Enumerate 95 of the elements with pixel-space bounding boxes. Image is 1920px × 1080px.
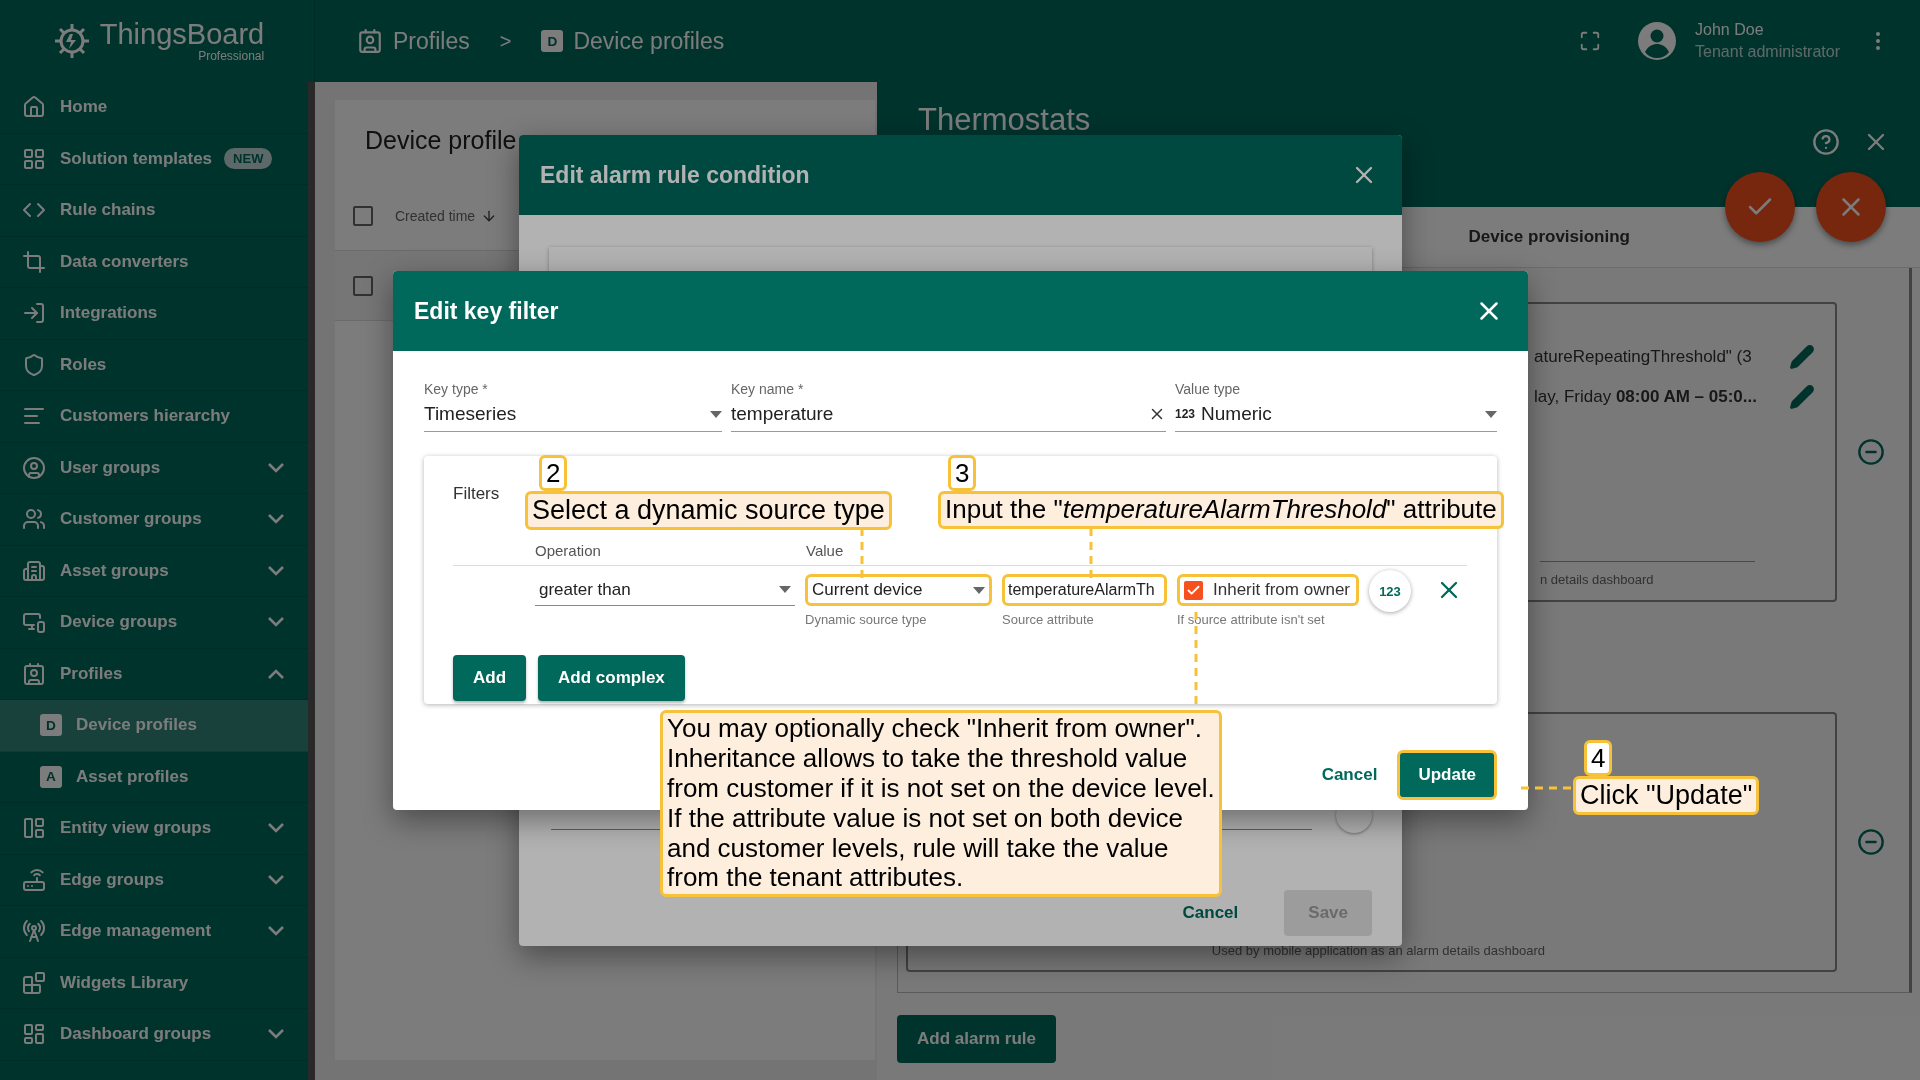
dropdown-caret-icon — [1485, 410, 1497, 418]
menu-item-icon — [22, 661, 46, 686]
breadcrumb-separator: > — [499, 29, 512, 53]
sidebar-subitem[interactable]: A Asset profiles — [0, 751, 308, 803]
column-header[interactable]: Created time — [395, 207, 498, 224]
sidebar-item[interactable]: Edge management — [0, 906, 308, 958]
input-field[interactable]: Key name * temperature — [731, 381, 1166, 432]
numeric-prefix: 123 — [1175, 407, 1196, 421]
dropdown-caret-icon — [710, 410, 722, 418]
value-type-button[interactable]: 123 — [1369, 570, 1411, 612]
source-attribute-input[interactable]: temperatureAlarmTh — [1002, 574, 1167, 606]
column-header: Value — [806, 542, 845, 559]
sidebar-item[interactable]: Profiles — [0, 648, 308, 700]
menu-item-icon — [22, 249, 46, 274]
avatar-icon — [1637, 21, 1678, 61]
letter-icon: A — [40, 765, 62, 788]
callout-text: Select a dynamic source type — [525, 491, 892, 531]
menu-item-icon — [22, 558, 46, 583]
inherit-checkbox[interactable]: Inherit from owner — [1177, 574, 1359, 606]
step-number: 2 — [539, 455, 568, 491]
sidebar-item[interactable]: User groups — [0, 442, 308, 494]
breadcrumb[interactable]: Profiles — [357, 27, 470, 55]
details-title: Thermostats — [918, 102, 1091, 138]
sidebar-item[interactable]: Widgets Library — [0, 957, 308, 1009]
helper-text: Dynamic source type — [805, 612, 928, 627]
callout-text: Input the "temperatureAlarmThreshold" attribute — [938, 491, 1504, 529]
sidebar-item[interactable]: Edge groups — [0, 854, 308, 906]
list-title: Device profile — [365, 126, 517, 155]
edit-icon[interactable] — [1789, 384, 1815, 410]
sidebar-item[interactable]: Solution templates NEW — [0, 133, 308, 185]
letter-icon: D — [40, 714, 62, 737]
select-field[interactable]: Value type 123 Numeric — [1175, 381, 1497, 432]
sidebar-item[interactable]: Entity view groups — [0, 803, 308, 855]
menu-item-icon — [22, 970, 46, 995]
menu-item-icon — [22, 455, 46, 480]
checkbox[interactable] — [353, 205, 373, 226]
menu-item-icon — [22, 1022, 46, 1047]
user-role: Tenant administrator — [1695, 43, 1840, 61]
callout-text: Click "Update" — [1573, 776, 1760, 816]
input-value: temperature — [731, 403, 834, 425]
sidebar-item[interactable]: Home — [0, 82, 308, 134]
sidebar-item[interactable]: Device groups — [0, 597, 308, 649]
helper-text: Source attribute — [1002, 612, 1095, 627]
menu-item-icon — [22, 919, 46, 944]
operation-select[interactable]: greater than — [535, 574, 795, 606]
tab[interactable]: Device provisioning — [1468, 227, 1630, 247]
rule-summary: atureRepeatingThreshold" (3 — [1534, 347, 1753, 367]
helper-text: If source attribute isn't set — [1177, 612, 1326, 627]
column-header: Operation — [535, 542, 602, 559]
menu-item-icon — [22, 816, 46, 841]
leader-line — [1089, 528, 1093, 578]
edit-icon[interactable] — [1789, 344, 1815, 370]
select-value: Timeseries — [424, 403, 517, 425]
dropdown-caret-icon — [779, 586, 791, 593]
menu-item-icon — [22, 610, 46, 635]
callout-text: You may optionally check "Inherit from owner". Inheritance allows to take the threshold value from customer if it is not set on the device level. If the attribute value is not set on both device and customer levels, rule will take the value from the tenant attributes. — [660, 710, 1222, 898]
leader-line — [1521, 786, 1573, 790]
field-hint: Used by mobile application as an alarm details dashboard — [1211, 943, 1545, 958]
menu-item-icon — [22, 507, 46, 532]
source-type-select[interactable]: Current device — [805, 574, 992, 606]
field-hint: n details dashboard — [1540, 572, 1654, 587]
leader-line — [860, 528, 864, 578]
help-icon[interactable] — [1812, 128, 1840, 156]
menu-item-icon — [22, 352, 46, 377]
remove-icon[interactable] — [1857, 438, 1885, 466]
dialog-title: Edit key filter — [414, 297, 559, 325]
add-alarm-rule-button[interactable]: Add alarm rule — [897, 1015, 1057, 1063]
cancel-button[interactable]: Cancel — [1315, 755, 1384, 795]
update-button[interactable]: Update — [1397, 750, 1497, 800]
profiles-icon — [357, 28, 383, 54]
fullscreen-icon[interactable] — [1579, 30, 1602, 52]
logo-edition: Professional — [198, 49, 265, 63]
menu-item-icon — [22, 95, 46, 120]
select-field[interactable]: Key type * Timeseries — [424, 381, 722, 432]
checkbox[interactable] — [353, 275, 373, 296]
new-badge: NEW — [224, 148, 273, 170]
sidebar-item[interactable]: Dashboard groups — [0, 1009, 308, 1061]
sidebar-item[interactable]: Asset groups — [0, 545, 308, 597]
filters-label: Filters — [453, 484, 500, 504]
step-number: 4 — [1584, 740, 1613, 776]
step-number: 3 — [948, 455, 977, 491]
rule-summary: lay, Friday 08:00 AM – 05:0... — [1534, 387, 1758, 407]
sidebar-item[interactable]: Customer groups — [0, 494, 308, 546]
add-button[interactable]: Add complex — [538, 655, 685, 701]
menu-item-icon — [22, 146, 46, 171]
remove-icon[interactable] — [1857, 828, 1885, 856]
add-button[interactable]: Add — [453, 655, 527, 701]
user-name: John Doe — [1695, 21, 1765, 39]
letter-icon: D — [541, 30, 564, 52]
menu-item-icon — [22, 301, 46, 326]
breadcrumb[interactable]: D Device profiles — [541, 27, 725, 55]
menu-item-icon — [22, 867, 46, 892]
select-value: Numeric — [1201, 403, 1272, 425]
dialog-title: Edit alarm rule condition — [540, 161, 810, 189]
dropdown-caret-icon — [973, 586, 985, 594]
